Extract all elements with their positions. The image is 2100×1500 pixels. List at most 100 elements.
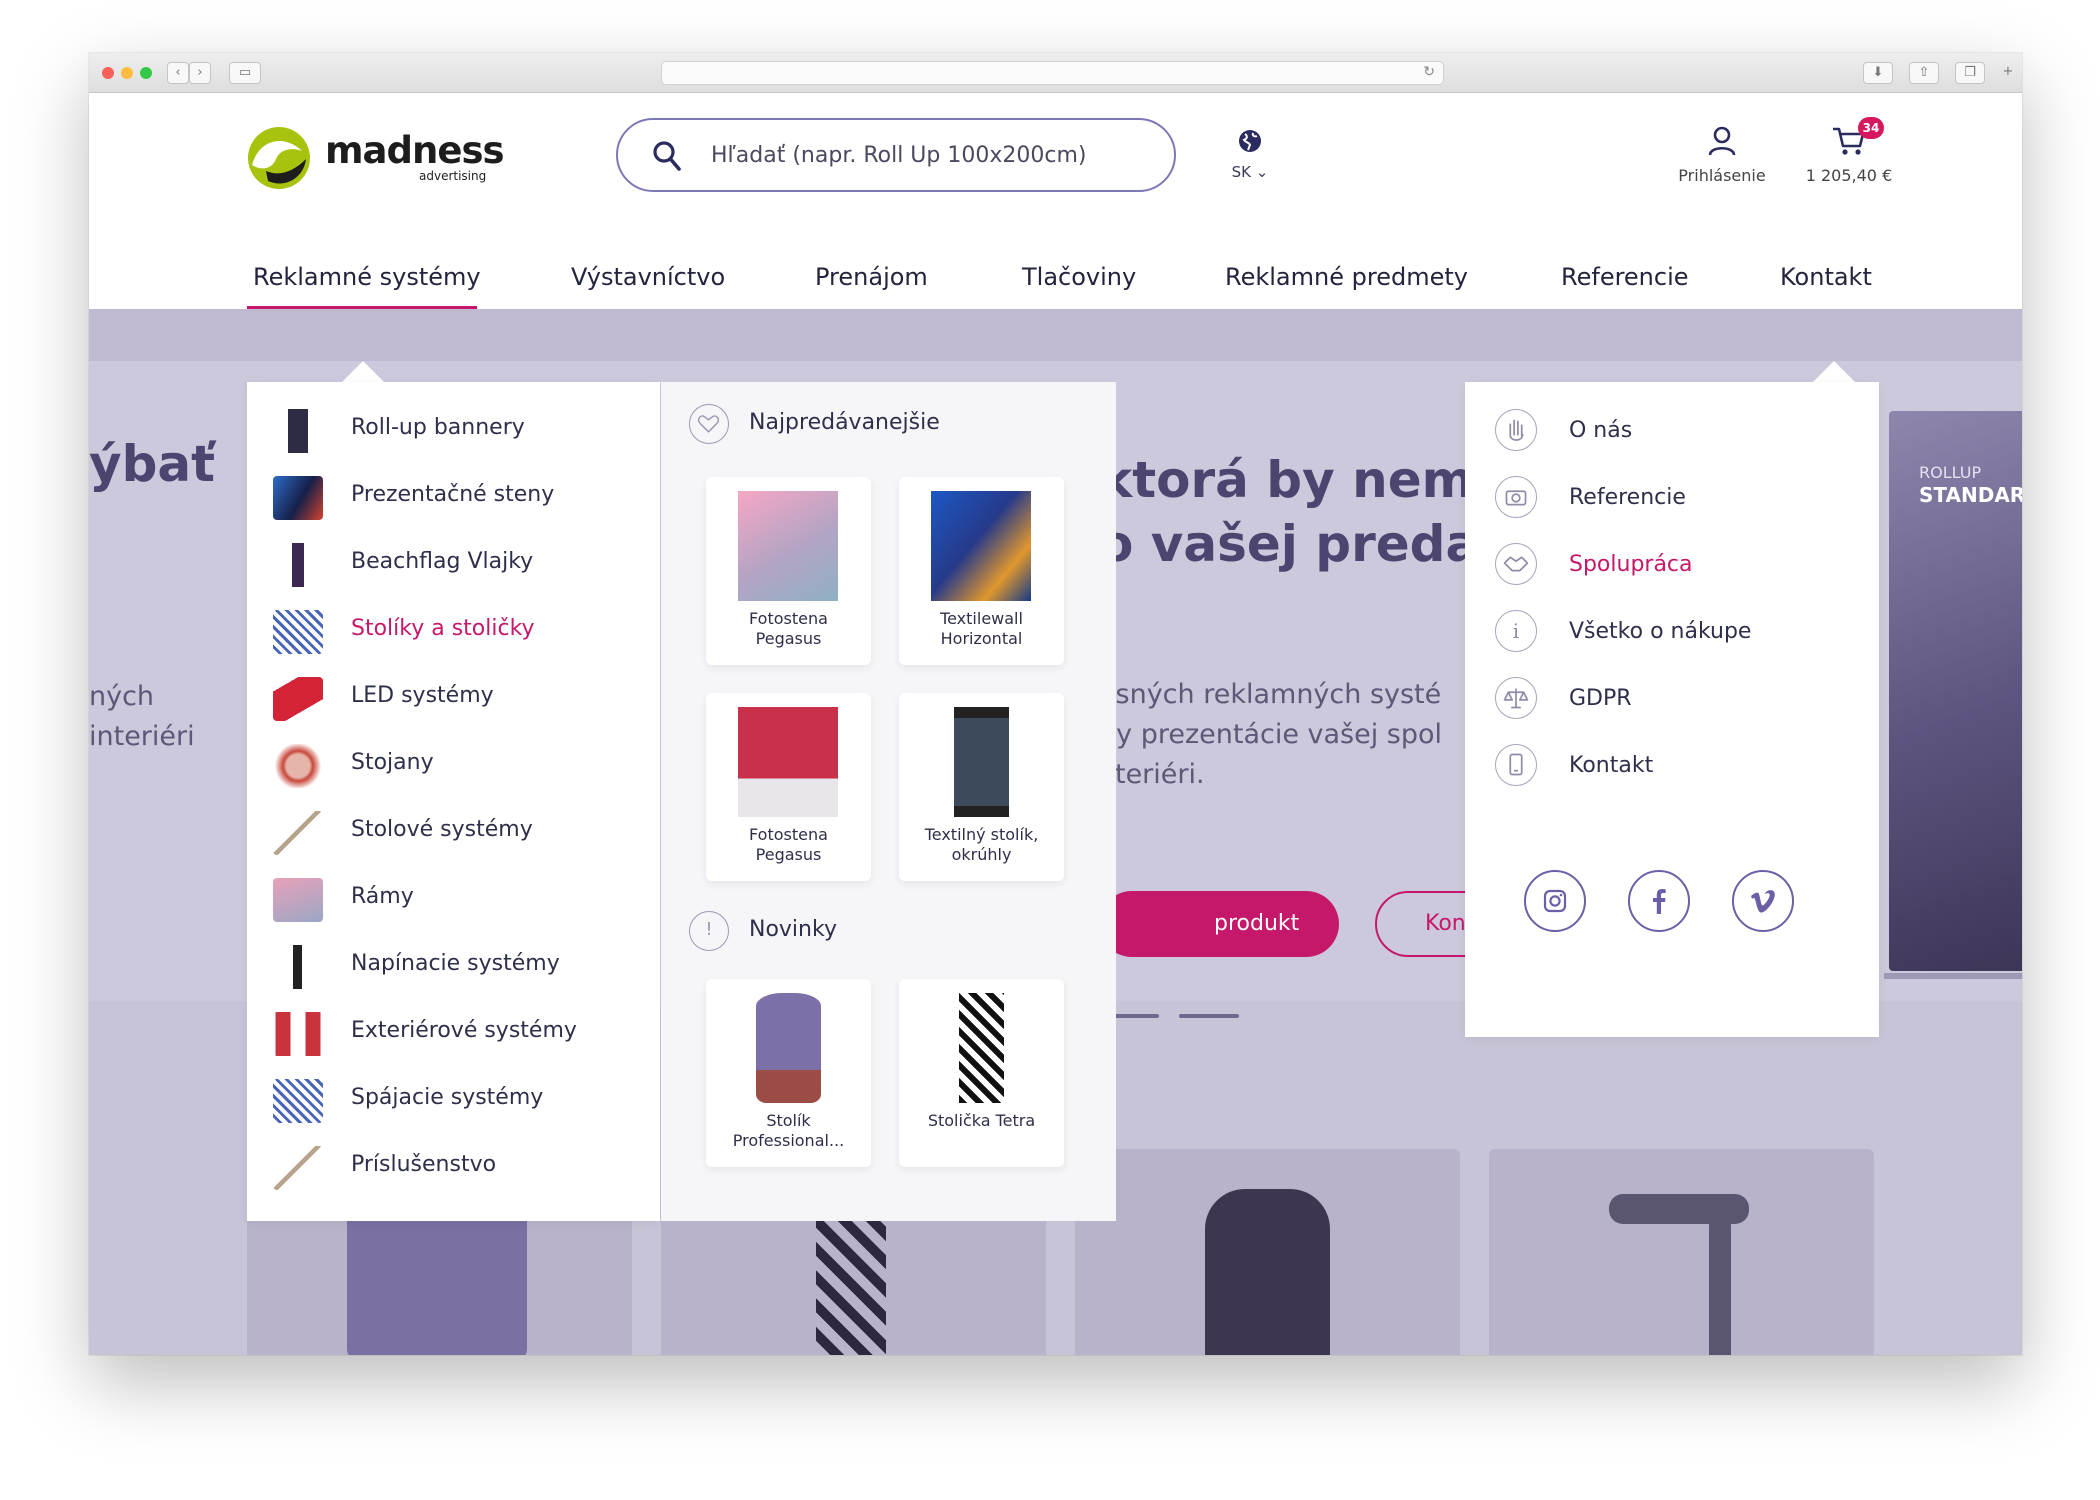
banner-small-text: ROLLUP xyxy=(1919,463,1982,482)
tabs-icon[interactable]: ❐ xyxy=(1955,62,1985,84)
product-image xyxy=(756,993,821,1103)
info-icon: i xyxy=(1495,610,1537,652)
contact-menu-item-spolupraca[interactable]: Spolupráca xyxy=(1495,538,1855,592)
product-image xyxy=(959,993,1004,1103)
search-icon[interactable] xyxy=(652,140,682,172)
frame-icon xyxy=(273,878,323,922)
browser-window: ‹ › ▭ ↻ ⬇ ⇧ ❐ + madness advertising Hľad… xyxy=(89,53,2022,1355)
alert-icon: ! xyxy=(689,911,729,951)
category-napinacie[interactable]: Napínacie systémy xyxy=(247,939,660,993)
sidebar-icon[interactable]: ▭ xyxy=(229,62,261,84)
product-tile[interactable]: Fotostena Pegasus xyxy=(706,477,871,665)
globe-icon xyxy=(1239,130,1261,152)
banner-big-text: STANDAR xyxy=(1919,483,2022,507)
contact-menu-item-kontakt[interactable]: Kontakt xyxy=(1495,739,1855,793)
product-image xyxy=(954,707,1009,817)
nav-item-reklamne-predmety[interactable]: Reklamné predmety xyxy=(1225,257,1468,297)
forward-icon[interactable]: › xyxy=(189,62,211,84)
hero-left-headline: ýbať xyxy=(89,435,216,493)
hero-headline-1: ktorá by nema xyxy=(1099,451,1508,509)
contact-menu-item-nakup[interactable]: i Všetko o nákupe xyxy=(1495,605,1855,659)
contact-menu-item-referencie[interactable]: Referencie xyxy=(1495,471,1855,525)
logo-subtitle: advertising xyxy=(419,169,487,183)
language-label: SK xyxy=(1231,163,1251,181)
contact-dropdown: O nás Referencie Spolupráca i Všetko o ná… xyxy=(1465,382,1879,1037)
search-input[interactable] xyxy=(711,138,1151,172)
account-link[interactable]: Prihlásenie xyxy=(1657,126,1787,185)
minimize-window-button[interactable] xyxy=(121,67,133,79)
heart-icon xyxy=(689,404,729,444)
phone-icon xyxy=(1495,744,1537,786)
hero-sub-2: py prezentácie vašej spol xyxy=(1099,719,1443,750)
category-stoliky[interactable]: Stolíky a stoličky xyxy=(247,604,660,658)
account-label: Prihlásenie xyxy=(1678,166,1766,185)
banner-stand-icon xyxy=(1884,973,2022,979)
category-prislusenstvo[interactable]: Príslušenstvo xyxy=(247,1140,660,1194)
nav-item-reklamne-systemy[interactable]: Reklamné systémy xyxy=(253,257,481,297)
nav-item-tlacoviny[interactable]: Tlačoviny xyxy=(1022,257,1136,297)
desk-icon xyxy=(273,811,323,855)
cart-link[interactable]: 34 1 205,40 € xyxy=(1784,117,1914,185)
cart-total: 1 205,40 € xyxy=(1805,166,1893,185)
category-roll-up[interactable]: Roll-up bannery xyxy=(247,403,660,457)
site-header: madness advertising SK ⌄ Prihlásenie xyxy=(89,93,2022,245)
wall-icon xyxy=(273,476,323,520)
logo[interactable]: madness advertising xyxy=(246,125,506,191)
connect-icon xyxy=(273,1079,323,1123)
browser-toolbar: ‹ › ▭ ↻ ⬇ ⇧ ❐ + xyxy=(89,53,2022,93)
instagram-icon[interactable] xyxy=(1524,870,1586,932)
facebook-icon[interactable] xyxy=(1628,870,1690,932)
contact-menu-item-gdpr[interactable]: GDPR xyxy=(1495,672,1855,726)
scales-icon xyxy=(1495,677,1537,719)
logo-wordmark: madness xyxy=(325,129,504,172)
hero-primary-button[interactable]: produkt xyxy=(1099,891,1339,957)
categories-dropdown: Roll-up bannery Prezentačné steny Beachf… xyxy=(247,382,660,1221)
vimeo-icon[interactable] xyxy=(1732,870,1794,932)
product-card[interactable] xyxy=(1489,1149,1874,1355)
table-icon xyxy=(273,610,323,654)
product-image xyxy=(738,707,838,817)
address-bar[interactable]: ↻ xyxy=(661,61,1444,85)
nav-item-vystavnictvo[interactable]: Výstavníctvo xyxy=(571,257,725,297)
search-box[interactable] xyxy=(616,118,1176,192)
language-switcher[interactable]: SK ⌄ xyxy=(1227,129,1273,189)
product-tile[interactable]: Textilewall Horizontal xyxy=(899,477,1064,665)
category-spajacie[interactable]: Spájacie systémy xyxy=(247,1073,660,1127)
user-icon xyxy=(1708,126,1736,156)
product-image xyxy=(738,491,838,601)
category-ramy[interactable]: Rámy xyxy=(247,872,660,926)
category-led[interactable]: LED systémy xyxy=(247,671,660,725)
back-icon[interactable]: ‹ xyxy=(167,62,189,84)
contact-menu-item-o-nas[interactable]: O nás xyxy=(1495,404,1855,458)
product-tile[interactable]: Stolík Professional... xyxy=(706,979,871,1167)
product-image xyxy=(931,491,1031,601)
main-nav: Reklamné systémy Výstavníctvo Prenájom T… xyxy=(89,245,2022,310)
round-table-product-image xyxy=(1205,1189,1330,1355)
cart-count-badge: 34 xyxy=(1858,117,1884,139)
handshake-icon xyxy=(1495,543,1537,585)
hero-left-sub-1: ných xyxy=(89,681,155,712)
share-icon[interactable]: ⇧ xyxy=(1909,62,1939,84)
zoom-window-button[interactable] xyxy=(140,67,152,79)
nav-item-referencie[interactable]: Referencie xyxy=(1561,257,1689,297)
product-tile[interactable]: Fotostena Pegasus xyxy=(706,693,871,881)
exterior-icon xyxy=(273,1012,323,1056)
product-card[interactable] xyxy=(1075,1149,1460,1355)
nav-item-prenajom[interactable]: Prenájom xyxy=(815,257,928,297)
new-tab-icon[interactable]: + xyxy=(1997,62,2019,84)
download-icon[interactable]: ⬇ xyxy=(1863,62,1893,84)
category-stolove[interactable]: Stolové systémy xyxy=(247,805,660,859)
slider-dot[interactable] xyxy=(1179,1014,1239,1018)
category-exterierove[interactable]: Exteriérové systémy xyxy=(247,1006,660,1060)
camera-icon xyxy=(1495,476,1537,518)
category-prezentacne-steny[interactable]: Prezentačné steny xyxy=(247,470,660,524)
product-tile[interactable]: Stolička Tetra xyxy=(899,979,1064,1167)
stand-icon xyxy=(273,744,323,788)
close-window-button[interactable] xyxy=(102,67,114,79)
category-beachflag[interactable]: Beachflag Vlajky xyxy=(247,537,660,591)
featured-products-panel: Najpredávanejšie Fotostena Pegasus Texti… xyxy=(661,382,1116,1221)
category-stojany[interactable]: Stojany xyxy=(247,738,660,792)
nav-item-kontakt[interactable]: Kontakt xyxy=(1780,257,1872,297)
product-tile[interactable]: Textilný stolík, okrúhly xyxy=(899,693,1064,881)
reload-icon[interactable]: ↻ xyxy=(1423,64,1435,80)
